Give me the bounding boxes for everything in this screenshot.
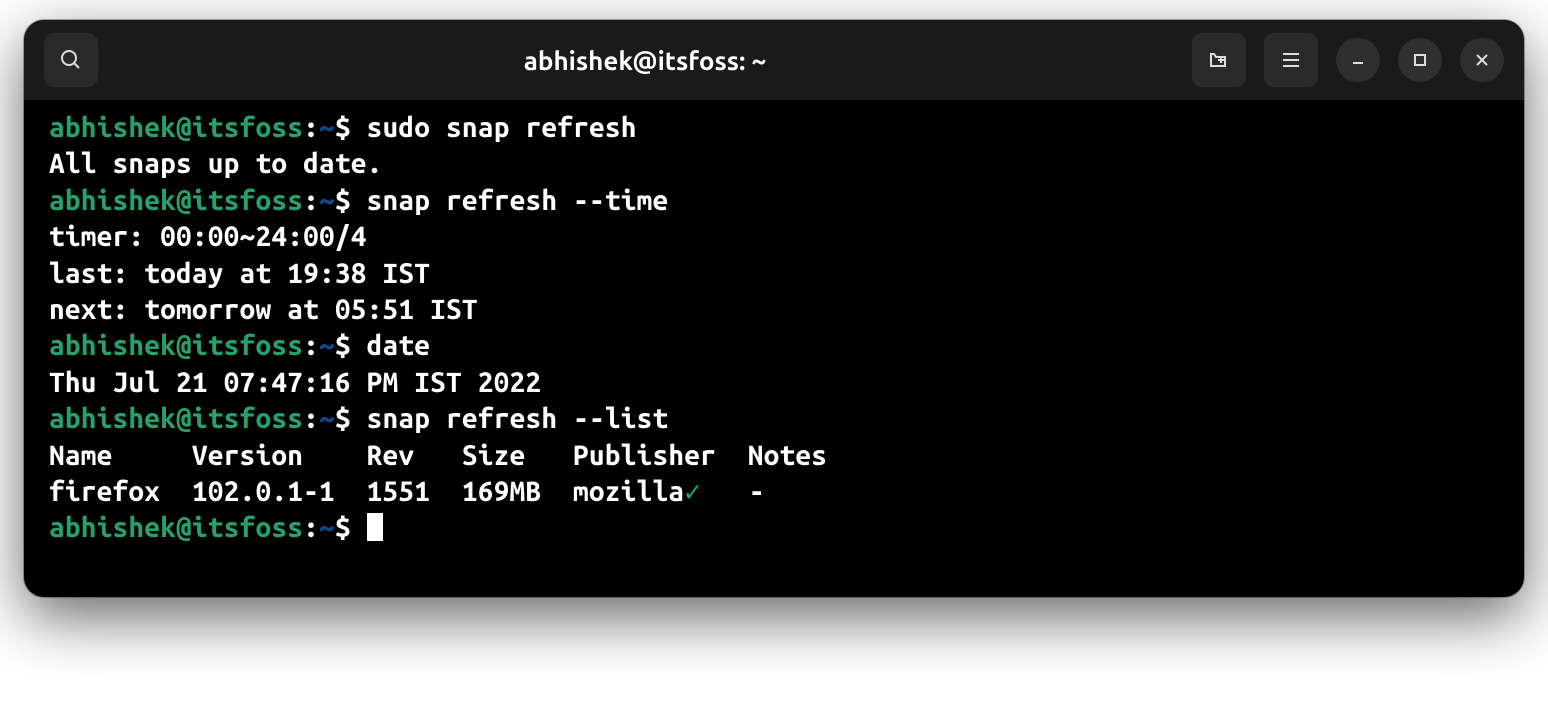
output-text: All snaps up to date.: [49, 148, 382, 179]
terminal-window: abhishek@itsfoss: ~ abhishek@itsfoss:~$ …: [24, 20, 1524, 597]
hamburger-icon: [1279, 48, 1303, 72]
close-button[interactable]: [1460, 38, 1504, 82]
prompt-colon: :: [303, 185, 319, 216]
new-tab-icon: [1207, 48, 1231, 72]
prompt-user-host: abhishek@itsfoss: [49, 185, 303, 216]
cursor: [367, 513, 383, 541]
close-icon: [1473, 51, 1491, 69]
search-button[interactable]: [44, 33, 98, 87]
prompt-user-host: abhishek@itsfoss: [49, 112, 303, 143]
prompt-colon: :: [303, 330, 319, 361]
prompt-symbol: $: [335, 403, 351, 434]
output-text: last: today at 19:38 IST: [49, 258, 430, 289]
prompt-path: ~: [319, 185, 335, 216]
prompt-symbol: $: [335, 112, 351, 143]
command-text: sudo snap refresh: [367, 112, 637, 143]
output-text: next: tomorrow at 05:51 IST: [49, 294, 478, 325]
prompt-path: ~: [319, 403, 335, 434]
new-tab-button[interactable]: [1192, 33, 1246, 87]
window-title: abhishek@itsfoss: ~: [110, 46, 1180, 75]
output-text: Thu Jul 21 07:47:16 PM IST 2022: [49, 367, 541, 398]
verified-check-icon: ✓: [684, 476, 701, 507]
prompt-path: ~: [319, 330, 335, 361]
output-header: Name Version Rev Size Publisher Notes: [49, 440, 827, 471]
minimize-button[interactable]: [1336, 38, 1380, 82]
maximize-button[interactable]: [1398, 38, 1442, 82]
command-text: snap refresh --time: [367, 185, 669, 216]
menu-button[interactable]: [1264, 33, 1318, 87]
window-controls: [1192, 33, 1504, 87]
titlebar: abhishek@itsfoss: ~: [24, 20, 1524, 100]
prompt-colon: :: [303, 403, 319, 434]
prompt-user-host: abhishek@itsfoss: [49, 403, 303, 434]
prompt-user-host: abhishek@itsfoss: [49, 512, 303, 543]
prompt-symbol: $: [335, 330, 351, 361]
prompt-colon: :: [303, 112, 319, 143]
command-text: snap refresh --list: [367, 403, 669, 434]
terminal-output[interactable]: abhishek@itsfoss:~$ sudo snap refresh Al…: [24, 100, 1524, 597]
prompt-path: ~: [319, 512, 335, 543]
prompt-colon: :: [303, 512, 319, 543]
command-text: date: [367, 330, 431, 361]
minimize-icon: [1349, 51, 1367, 69]
prompt-user-host: abhishek@itsfoss: [49, 330, 303, 361]
output-row: firefox 102.0.1-1 1551 169MB mozilla: [49, 476, 684, 507]
prompt-symbol: $: [335, 512, 351, 543]
search-icon: [59, 48, 83, 72]
maximize-icon: [1411, 51, 1429, 69]
output-row: -: [701, 476, 765, 507]
output-text: timer: 00:00~24:00/4: [49, 221, 367, 252]
prompt-path: ~: [319, 112, 335, 143]
prompt-symbol: $: [335, 185, 351, 216]
